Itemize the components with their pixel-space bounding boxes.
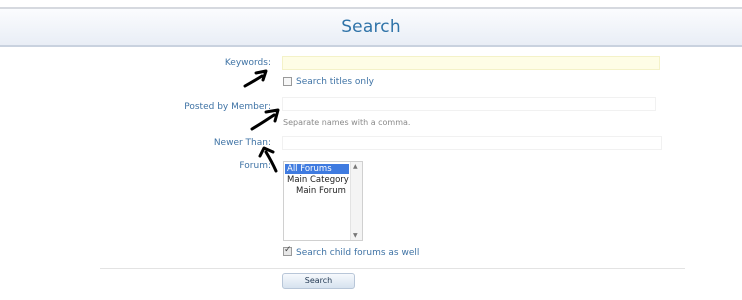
newer-than-input[interactable]: [282, 136, 662, 150]
child-forums-label[interactable]: Search child forums as well: [296, 248, 419, 258]
keywords-input[interactable]: [282, 56, 660, 70]
page-title: Search: [341, 17, 401, 37]
forum-option-main-forum[interactable]: Main Forum: [296, 186, 346, 196]
search-submit-button[interactable]: Search: [282, 273, 355, 289]
top-strip: [0, 0, 742, 7]
form-divider: [100, 268, 685, 269]
search-titles-checkbox[interactable]: [283, 77, 292, 86]
scroll-down-icon[interactable]: ▼: [353, 232, 358, 239]
page-header: Search: [0, 9, 742, 47]
forum-label: Forum:: [239, 161, 271, 171]
child-forums-checkbox[interactable]: [283, 245, 292, 256]
newer-than-label: Newer Than:: [213, 138, 271, 148]
forum-scrollbar[interactable]: ▲ ▼: [350, 162, 362, 240]
forum-option-main-category[interactable]: Main Category: [287, 175, 349, 185]
scroll-up-icon[interactable]: ▲: [353, 163, 358, 170]
arrow-annotation-icon: [250, 108, 280, 131]
search-titles-label[interactable]: Search titles only: [296, 77, 374, 87]
posted-by-input[interactable]: [282, 97, 656, 111]
arrow-annotation-icon: [243, 69, 268, 88]
posted-by-hint: Separate names with a comma.: [283, 118, 411, 127]
arrow-annotation-icon: [258, 146, 278, 173]
forum-listbox[interactable]: All Forums Main Category Main Forum ▲ ▼: [283, 161, 363, 241]
forum-option-all-forums[interactable]: All Forums: [285, 164, 349, 174]
